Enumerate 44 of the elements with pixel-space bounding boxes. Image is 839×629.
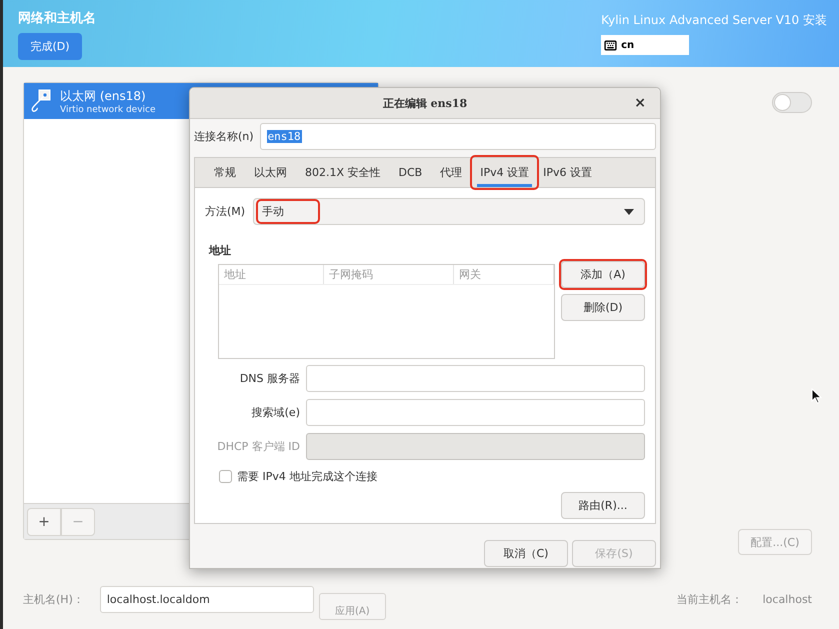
add-device-button[interactable]: + bbox=[27, 508, 61, 536]
close-button[interactable]: × bbox=[628, 94, 652, 112]
tab[interactable]: IPv4 设置 bbox=[471, 158, 538, 187]
keyboard-layout-indicator[interactable]: cn bbox=[601, 35, 690, 55]
addresses-heading: 地址 bbox=[209, 243, 232, 258]
tab[interactable]: DCB bbox=[390, 158, 432, 187]
dropdown-arrow-icon bbox=[624, 208, 634, 214]
connection-name-label: 连接名称(n) bbox=[194, 129, 254, 144]
tab[interactable]: 802.1X 安全性 bbox=[296, 158, 390, 187]
add-address-button[interactable]: 添加（A) bbox=[561, 261, 645, 288]
field-label: 搜索域(e) bbox=[250, 405, 300, 420]
keyboard-icon bbox=[604, 38, 618, 52]
tab[interactable]: 以太网 bbox=[245, 158, 296, 187]
product-title: Kylin Linux Advanced Server V10 安装 bbox=[601, 12, 827, 29]
tab[interactable]: 常规 bbox=[205, 158, 245, 187]
tab[interactable]: IPv6 设置 bbox=[538, 158, 598, 187]
delete-address-button[interactable]: 删除(D) bbox=[561, 294, 645, 321]
device-description: Virtio network device bbox=[60, 104, 156, 114]
column-header: 地址 bbox=[219, 265, 324, 284]
column-header: 网关 bbox=[454, 265, 554, 284]
field-label: DHCP 客户端 ID bbox=[216, 439, 300, 454]
input-field[interactable] bbox=[306, 365, 645, 392]
network-cable-icon bbox=[30, 89, 52, 113]
device-switch[interactable] bbox=[772, 92, 812, 113]
hostname-label: 主机名(H)： bbox=[23, 592, 84, 606]
dialog-title: 正在编辑 ens18 bbox=[382, 96, 468, 110]
current-hostname-label: 当前主机名： bbox=[676, 592, 743, 606]
current-hostname: localhost bbox=[762, 592, 812, 606]
routes-button[interactable]: 路由(R)... bbox=[561, 492, 645, 519]
mouse-pointer-icon bbox=[811, 388, 822, 404]
connection-name-field[interactable]: ens18 bbox=[260, 123, 656, 150]
method-label: 方法(M) bbox=[205, 204, 246, 219]
column-header: 子网掩码 bbox=[324, 265, 454, 284]
cancel-button[interactable]: 取消（C) bbox=[484, 540, 568, 567]
input-field[interactable] bbox=[306, 399, 645, 426]
field-label: DNS 服务器 bbox=[238, 371, 300, 386]
done-button[interactable]: 完成(D) bbox=[18, 33, 82, 60]
device-name: 以太网 (ens18) bbox=[60, 88, 147, 104]
checkbox-label: 需要 IPv4 地址完成这个连接 bbox=[237, 469, 378, 484]
hostname-field[interactable]: localhost.localdom bbox=[100, 586, 314, 612]
tab[interactable]: 代理 bbox=[431, 158, 472, 187]
checkbox[interactable] bbox=[219, 470, 232, 483]
page-title: 网络和主机名 bbox=[18, 10, 96, 27]
method-dropdown[interactable]: 手动 bbox=[253, 198, 645, 225]
